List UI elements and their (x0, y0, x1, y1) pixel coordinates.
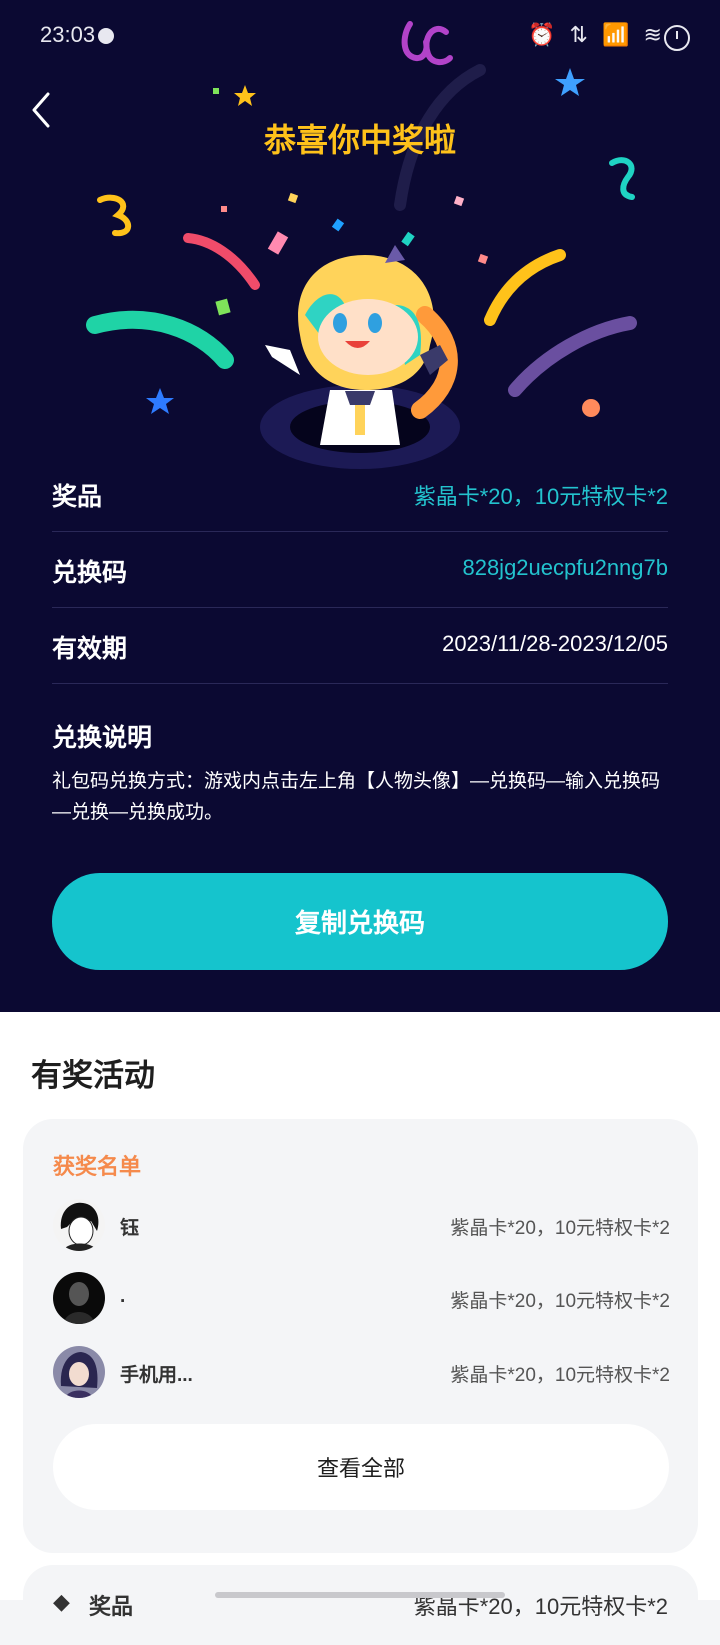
battery-icon (664, 25, 690, 51)
redeem-code-label: 兑换码 (52, 559, 128, 587)
winner-row: 手机用... 紫晶卡*20，10元特权卡*2 (53, 1346, 670, 1402)
prize-header-section: 23:03 ⏰ ⇅ 📶 ≋ 恭喜你中奖啦 奖品 紫晶卡*20，10元特权卡*2 … (0, 0, 720, 1012)
notification-dot-icon (98, 28, 114, 44)
winner-list-card: 获奖名单 钰 紫晶卡*20，10元特权卡*2 . 紫晶卡*20，10元特权卡*2… (23, 1119, 698, 1553)
activity-prize-label: 奖品 (89, 1594, 134, 1619)
winner-prize: 紫晶卡*20，10元特权卡*2 (450, 1291, 670, 1312)
view-all-button[interactable]: 查看全部 (53, 1424, 669, 1510)
activities-section: 有奖活动 获奖名单 钰 紫晶卡*20，10元特权卡*2 . 紫晶卡*20，10元… (0, 1012, 720, 1645)
activities-title: 有奖活动 (31, 1058, 155, 1093)
redeem-code-row: 兑换码 828jg2uecpfu2nng7b (52, 531, 668, 608)
prize-label: 奖品 (52, 483, 103, 511)
avatar (53, 1199, 105, 1251)
winner-row: . 紫晶卡*20，10元特权卡*2 (53, 1272, 670, 1328)
prize-value: 紫晶卡*20，10元特权卡*2 (413, 484, 668, 509)
home-indicator[interactable] (215, 1592, 505, 1598)
validity-label: 有效期 (52, 635, 128, 663)
avatar (53, 1272, 105, 1324)
winner-row: 钰 紫晶卡*20，10元特权卡*2 (53, 1199, 670, 1255)
prize-row: 奖品 紫晶卡*20，10元特权卡*2 (52, 455, 668, 532)
winner-prize: 紫晶卡*20，10元特权卡*2 (450, 1218, 670, 1239)
instructions-label: 兑换说明 (52, 724, 153, 752)
instructions-text: 礼包码兑换方式：游戏内点击左上角【人物头像】—兑换码—输入兑换码—兑换—兑换成功… (52, 771, 661, 823)
winner-name: 手机用... (120, 1365, 193, 1386)
validity-value: 2023/11/28-2023/12/05 (442, 631, 668, 656)
copy-code-button[interactable]: 复制兑换码 (52, 873, 668, 970)
winner-list-title: 获奖名单 (53, 1154, 142, 1179)
status-icons: ⏰ ⇅ 📶 ≋ (528, 22, 666, 47)
winner-name: . (120, 1286, 126, 1307)
status-time: 23:03 (40, 22, 96, 47)
winner-prize: 紫晶卡*20，10元特权卡*2 (450, 1365, 670, 1386)
validity-row: 有效期 2023/11/28-2023/12/05 (52, 607, 668, 684)
avatar (53, 1346, 105, 1398)
page-title: 恭喜你中奖啦 (263, 122, 456, 158)
winner-name: 钰 (120, 1218, 140, 1239)
activity-prize-card: ◆ 奖品 紫晶卡*20，10元特权卡*2 (23, 1565, 698, 1645)
redeem-code-value[interactable]: 828jg2uecpfu2nng7b (462, 555, 668, 581)
trophy-icon: ◆ (53, 1589, 70, 1614)
